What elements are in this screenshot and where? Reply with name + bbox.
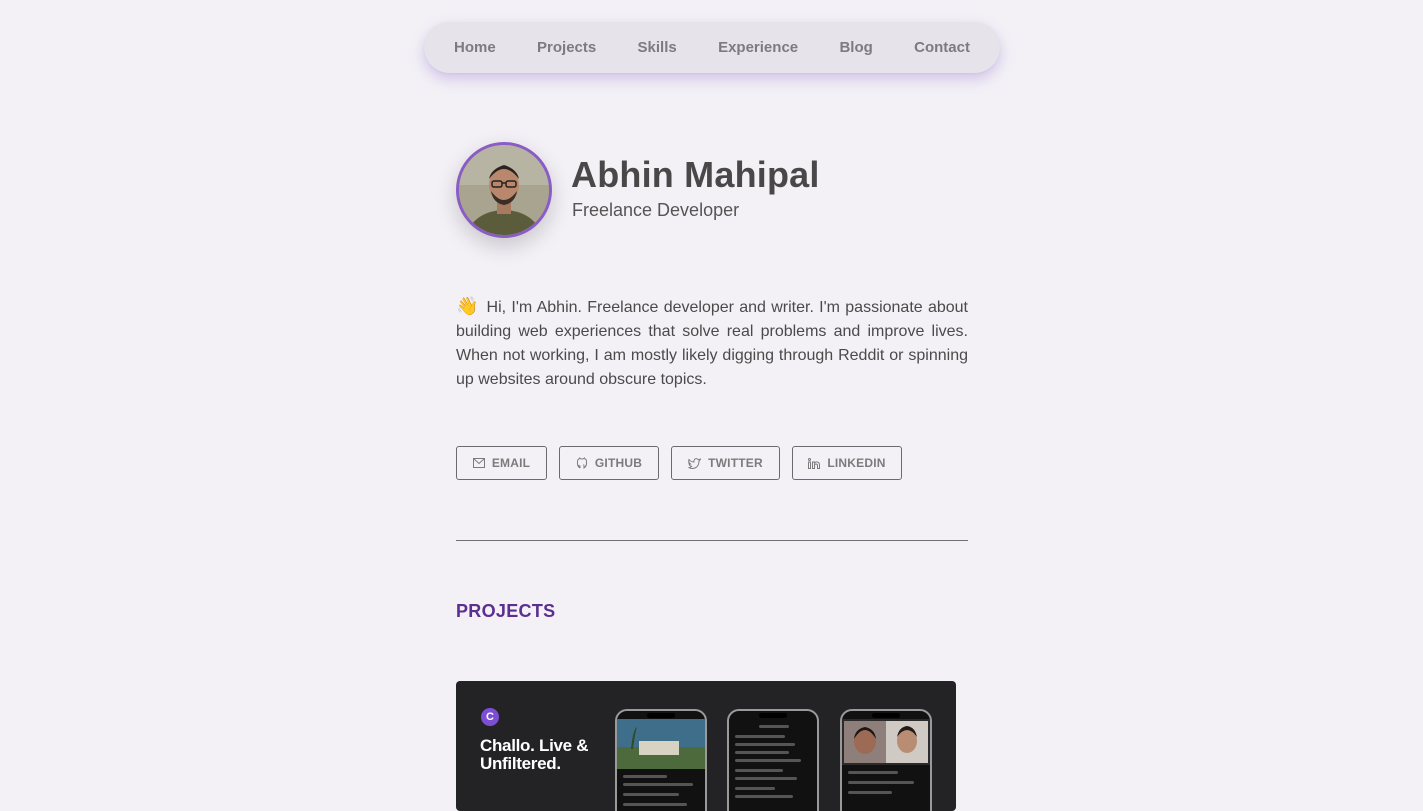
phone-screen-image xyxy=(617,719,705,769)
avatar xyxy=(456,142,552,238)
profile-role: Freelance Developer xyxy=(572,200,740,220)
phone-notch xyxy=(872,713,900,718)
phone-text-line xyxy=(735,787,775,790)
phone-text-line xyxy=(735,751,789,754)
avatar-photo xyxy=(459,145,549,235)
email-button-label: EMAIL xyxy=(491,456,531,470)
phone-text-line xyxy=(848,771,898,774)
phone-text-line xyxy=(848,791,892,794)
phone-text-line xyxy=(623,803,687,806)
bio-text: Hi, I'm Abhin. Freelance developer and w… xyxy=(456,299,968,388)
phone-video-call-image xyxy=(842,719,930,765)
waving-hand-icon: 👋 xyxy=(456,296,480,316)
top-nav: Home Projects Skills Experience Blog Con… xyxy=(424,22,1000,73)
phone-text-line xyxy=(759,725,789,728)
linkedin-button-label: LINKEDIN xyxy=(827,456,886,470)
nav-link-skills[interactable]: Skills xyxy=(638,39,677,56)
twitter-button-label: TWITTER xyxy=(708,456,763,470)
email-button[interactable]: EMAIL xyxy=(456,446,547,480)
phone-notch xyxy=(647,713,675,718)
phone-text-line xyxy=(623,783,693,786)
phone-notch xyxy=(759,713,787,718)
nav-link-contact[interactable]: Contact xyxy=(914,39,970,56)
phone-text-line xyxy=(735,795,793,798)
linkedin-icon xyxy=(808,457,821,469)
bio-paragraph: 👋 Hi, I'm Abhin. Freelance developer and… xyxy=(456,294,968,392)
twitter-icon xyxy=(688,457,702,469)
phone-text-line xyxy=(848,781,914,784)
nav-link-projects[interactable]: Projects xyxy=(537,39,596,56)
github-button[interactable]: GITHUB xyxy=(559,446,659,480)
phone-text-line xyxy=(735,769,783,772)
nav-link-blog[interactable]: Blog xyxy=(839,39,872,56)
divider xyxy=(456,540,968,541)
challo-logo: C xyxy=(481,708,499,726)
github-button-label: GITHUB xyxy=(594,456,643,470)
mail-icon xyxy=(472,458,485,468)
profile-name: Abhin Mahipal xyxy=(571,154,820,195)
twitter-button[interactable]: TWITTER xyxy=(671,446,780,480)
phone-text-line xyxy=(735,735,785,738)
nav-link-home[interactable]: Home xyxy=(454,39,496,56)
projects-heading: PROJECTS xyxy=(456,601,556,621)
phone-text-line xyxy=(735,777,797,780)
project-card-challo[interactable]: C Challo. Live & Unfiltered. xyxy=(456,681,956,811)
linkedin-button[interactable]: LINKEDIN xyxy=(792,446,902,480)
phone-text-line xyxy=(735,743,795,746)
phone-text-line xyxy=(735,759,801,762)
nav-link-experience[interactable]: Experience xyxy=(718,39,798,56)
github-icon xyxy=(576,457,587,469)
social-links: EMAIL GITHUB TWITTER LINKEDIN xyxy=(456,446,914,480)
project-tagline: Challo. Live & Unfiltered. xyxy=(480,736,589,773)
phone-text-line xyxy=(623,775,667,778)
